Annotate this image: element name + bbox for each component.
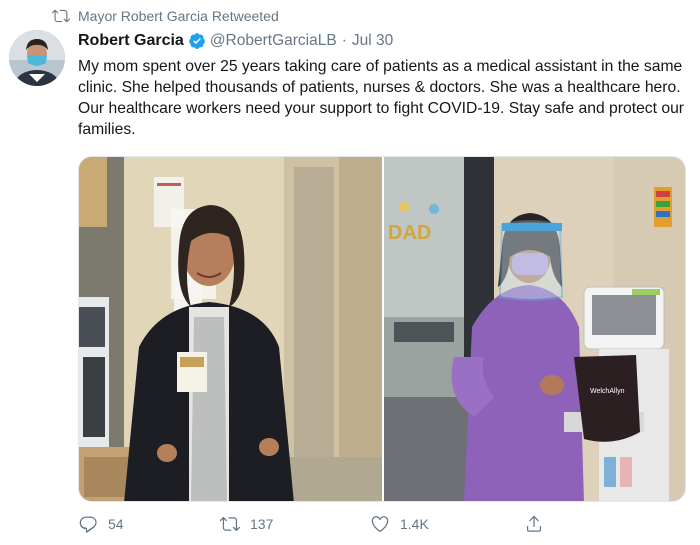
monitor-label: WelchAllyn [590,388,625,395]
reply-count: 54 [108,516,124,532]
balloon-text: DAD [388,222,431,244]
retweet-icon [220,516,240,532]
share-button[interactable] [524,512,554,536]
verified-badge-icon [188,32,206,50]
like-button[interactable]: 1.4K [370,512,429,536]
retweet-count: 137 [250,516,274,532]
share-icon [526,515,542,532]
author-handle[interactable]: @RobertGarciaLB [210,32,337,50]
reply-icon [79,516,97,533]
tweet-text: My mom spent over 25 years taking care o… [78,58,685,138]
like-count: 1.4K [400,516,429,532]
photo-left[interactable] [79,157,382,501]
tweet-header: Robert Garcia @RobertGarciaLB · Jul 30 [78,30,393,52]
tweet-date[interactable]: Jul 30 [352,32,393,50]
retweet-banner-text: Mayor Robert Garcia Retweeted [78,8,279,24]
photo-right[interactable]: DAD WelchAllyn [384,157,685,501]
retweet-button[interactable]: 137 [220,512,273,536]
avatar-image [9,30,65,86]
media-grid: DAD WelchAllyn [78,156,686,502]
author-name[interactable]: Robert Garcia [78,32,184,50]
tweet-actions: 54 137 1.4K [78,512,558,536]
retweet-icon [52,7,70,25]
heart-icon [371,516,389,533]
photo-right-image: DAD WelchAllyn [384,157,685,501]
reply-button[interactable]: 54 [78,512,124,536]
retweet-banner[interactable]: Mayor Robert Garcia Retweeted [52,6,279,26]
separator-dot: · [341,32,347,49]
photo-left-image [79,157,382,501]
avatar[interactable] [9,30,65,86]
